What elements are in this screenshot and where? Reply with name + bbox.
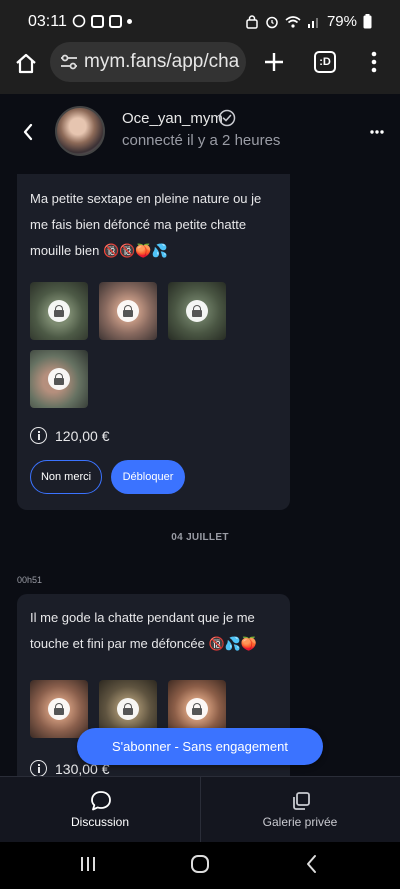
more-notifications-icon [127, 18, 132, 24]
alarm-icon [266, 16, 278, 28]
tab-discussion-label: Discussion [70, 815, 130, 829]
new-tab-icon[interactable] [262, 50, 286, 74]
status-time: 03:11 [28, 13, 67, 30]
lock-icon [48, 698, 70, 720]
notification-icons [72, 14, 132, 28]
locked-media-thumbnail[interactable] [30, 350, 88, 408]
checkbox-notification-icon [91, 14, 104, 28]
price-row: 120,00 € [30, 427, 110, 444]
lock-icon [186, 698, 208, 720]
locked-media-thumbnail[interactable] [30, 282, 88, 340]
avatar[interactable] [55, 106, 105, 156]
back-button-icon[interactable] [302, 854, 322, 874]
bottom-navigation: Discussion Galerie privée [0, 776, 400, 843]
last-seen-status: connecté il y a 2 heures [122, 132, 281, 149]
message-text: Ma petite sextape en pleine nature ou je… [30, 191, 262, 258]
signal-icon [307, 17, 318, 28]
subscribe-button[interactable]: S'abonner - Sans engagement [77, 728, 323, 765]
lock-icon [186, 300, 208, 322]
lock-icon [48, 300, 70, 322]
home-icon[interactable] [14, 52, 38, 76]
more-options-icon[interactable] [370, 130, 384, 134]
date-separator: 04 JUILLET [171, 532, 229, 543]
locked-media-thumbnail[interactable] [30, 680, 88, 738]
lock-icon [48, 368, 70, 390]
back-chevron-icon[interactable] [20, 122, 36, 142]
browser-toolbar: mym.fans/app/cha :D [0, 42, 400, 94]
wifi-icon [285, 15, 301, 28]
lock-status-icon [246, 14, 258, 29]
tab-private-gallery[interactable]: Galerie privée [200, 777, 400, 843]
message-bubble: Ma petite sextape en pleine nature ou je… [17, 174, 290, 510]
info-icon[interactable] [30, 427, 47, 444]
unlock-button[interactable]: Débloquer [111, 460, 185, 494]
tab-gallery-label: Galerie privée [262, 815, 338, 829]
lock-icon [117, 300, 139, 322]
tab-discussion[interactable]: Discussion [0, 777, 200, 843]
system-navigation-bar [0, 842, 400, 889]
battery-icon [363, 14, 372, 29]
profile-name[interactable]: Oce_yan_mym [122, 110, 223, 127]
site-settings-icon[interactable] [60, 54, 78, 70]
locked-media-thumbnail[interactable] [168, 282, 226, 340]
locked-media-thumbnail[interactable] [99, 282, 157, 340]
decline-button[interactable]: Non merci [30, 460, 102, 494]
lock-icon [117, 698, 139, 720]
address-bar[interactable]: mym.fans/app/cha [50, 42, 246, 82]
app-notification-icon [109, 14, 122, 28]
price: 120,00 € [55, 427, 110, 444]
verified-check-icon [218, 109, 236, 127]
home-button-icon[interactable] [190, 854, 210, 874]
message-text: Il me gode la chatte pendant que je me t… [30, 610, 258, 651]
chat-messages[interactable]: Ma petite sextape en pleine nature ou je… [0, 174, 400, 776]
status-bar: 03:11 79% [0, 0, 400, 42]
chat-header: Oce_yan_mym connecté il y a 2 heures [0, 94, 400, 174]
message-time: 00h51 [17, 575, 43, 585]
chat-bubble-icon [91, 791, 111, 811]
system-icons: 79% [245, 13, 372, 30]
gallery-icon [293, 792, 310, 810]
whatsapp-icon [72, 14, 86, 28]
url-text: mym.fans/app/cha [84, 51, 240, 72]
recent-apps-icon[interactable] [78, 854, 98, 874]
tab-switcher-button[interactable]: :D [314, 51, 336, 73]
battery-text: 79% [326, 13, 357, 30]
info-icon[interactable] [30, 760, 47, 776]
browser-menu-icon[interactable] [370, 50, 378, 74]
